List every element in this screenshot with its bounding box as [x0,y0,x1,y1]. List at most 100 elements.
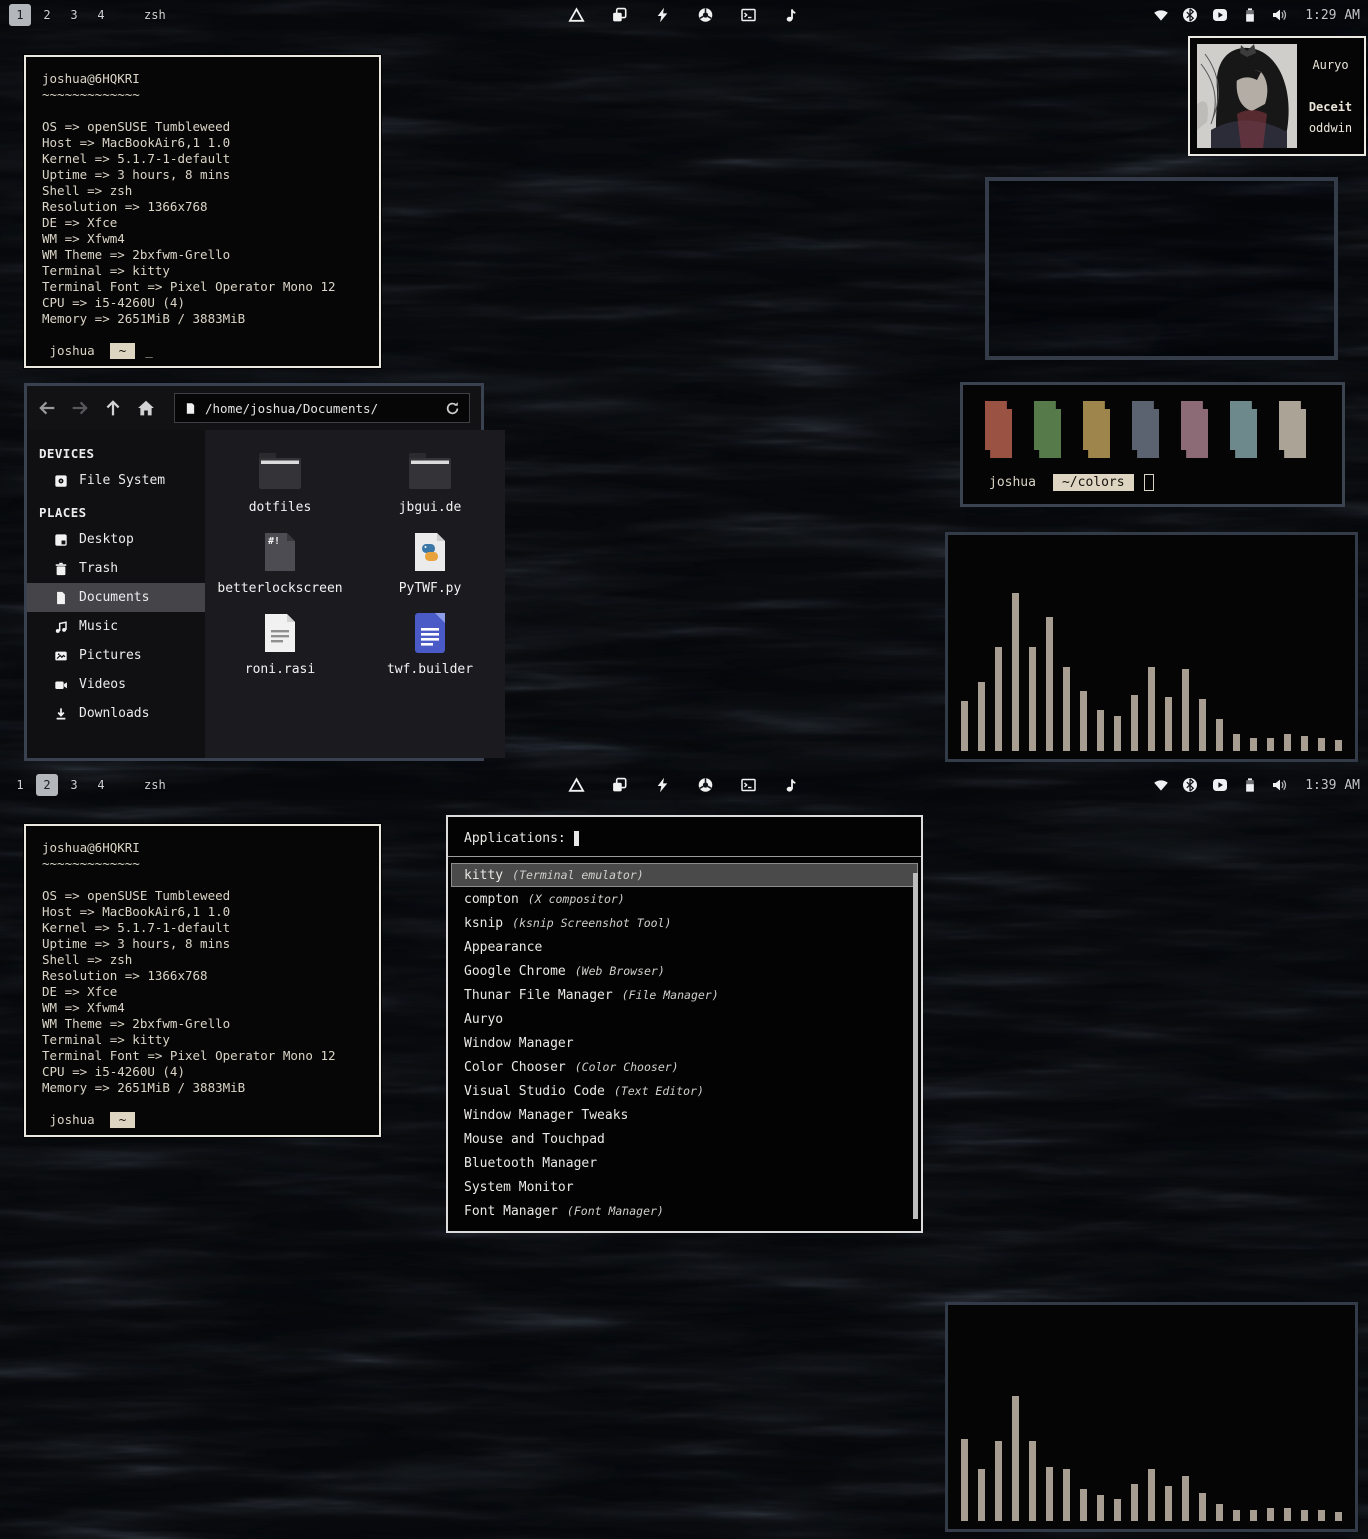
terminal-line: DE => Xfce [42,215,118,230]
forward-icon[interactable] [71,399,89,417]
shell-prompt[interactable]: joshua ~/colors [989,474,1154,491]
music-player-widget[interactable]: Auryo Deceit oddwin [1188,36,1366,156]
workspace-1[interactable]: 1 [9,4,31,26]
visualizer-bar [961,701,968,751]
terminal-line: Terminal => kitty [42,263,170,278]
launcher-item[interactable]: Window Manager [451,1031,918,1055]
launcher-item[interactable]: Bluetooth Manager [451,1151,918,1175]
file-item-pytwf[interactable]: PyTWF.py [355,527,505,596]
refresh-icon[interactable] [445,401,460,416]
file-item-twf-builder[interactable]: twf.builder [355,608,505,677]
media-player-icon[interactable] [1211,7,1229,23]
bolt-icon[interactable] [655,7,671,23]
sidebar-item-videos[interactable]: Videos [27,670,205,699]
sidebar-item-label: Pictures [79,648,142,663]
visualizer-bar [1063,1469,1070,1521]
terminal-user-host: joshua@6HQKRI [42,840,140,855]
builder-doc-icon [413,612,447,654]
visualizer-bar [978,1469,985,1521]
terminal-line: WM => Xfwm4 [42,231,125,246]
volume-icon[interactable] [1271,777,1287,793]
shell-prompt[interactable]: joshua ~ _ [42,343,379,359]
color-swatch [1279,401,1306,458]
terminal-line: OS => openSUSE Tumbleweed [42,888,231,903]
terminal-icon[interactable] [741,777,757,793]
up-icon[interactable] [104,399,122,417]
bluetooth-icon[interactable] [1182,7,1198,23]
sidebar-item-trash[interactable]: Trash [27,554,205,583]
launcher-item[interactable]: kitty (Terminal emulator) [451,863,918,887]
visualizer-bar [1029,647,1036,751]
terminal-line: Memory => 2651MiB / 3883MiB [42,1080,246,1095]
workspace-4[interactable]: 4 [90,4,112,26]
sidebar-item-label: Videos [79,677,126,692]
shell-prompt[interactable]: joshua ~ [42,1112,379,1128]
launcher-item[interactable]: Font Manager (Font Manager) [451,1199,918,1223]
terminal-line: Shell => zsh [42,183,133,198]
launcher-item[interactable]: Mouse and Touchpad [451,1127,918,1151]
launcher-prompt[interactable]: Applications: [448,817,921,856]
launcher-item[interactable]: Color Chooser (Color Chooser) [451,1055,918,1079]
workspace-3[interactable]: 3 [63,4,85,26]
workspace-1[interactable]: 1 [9,774,31,796]
text-cursor [573,831,579,846]
visualizer-bar [1284,1508,1291,1521]
sidebar-item-music[interactable]: Music [27,612,205,641]
file-item-jbgui[interactable]: jbgui.de [355,446,505,515]
workspace-4[interactable]: 4 [90,774,112,796]
clock[interactable]: 1:39 AM [1305,778,1360,793]
launcher-item[interactable]: Window Manager Tweaks [451,1103,918,1127]
launcher-item[interactable]: compton (X compositor) [451,887,918,911]
wifi-icon[interactable] [1153,777,1169,793]
launcher-item[interactable]: Auryo [451,1007,918,1031]
triangle-icon[interactable] [569,777,585,793]
clock[interactable]: 1:29 AM [1305,8,1360,23]
chrome-icon[interactable] [698,7,714,23]
file-item-dotfiles[interactable]: dotfiles [205,446,355,515]
workspace-2[interactable]: 2 [36,774,58,796]
color-swatch [1083,401,1110,458]
sidebar-item-file-system[interactable]: File System [27,466,205,495]
copy-windows-icon[interactable] [612,7,628,23]
sidebar-item-pictures[interactable]: Pictures [27,641,205,670]
visualizer-bar [1046,1467,1053,1521]
volume-icon[interactable] [1271,7,1287,23]
launcher-item[interactable]: ksnip (ksnip Screenshot Tool) [451,911,918,935]
sidebar-item-desktop[interactable]: Desktop [27,525,205,554]
wifi-icon[interactable] [1153,7,1169,23]
music-icon [54,620,68,634]
sidebar-item-documents[interactable]: Documents [27,583,205,612]
file-item-betterlockscreen[interactable]: betterlockscreen [205,527,355,596]
battery-icon[interactable] [1242,777,1258,793]
triangle-icon[interactable] [569,7,585,23]
music-note-icon[interactable] [784,777,800,793]
terminal-window-fetch-2[interactable]: joshua@6HQKRI ~~~~~~~~~~~~~ OS => openSU… [24,824,381,1137]
sidebar-item-downloads[interactable]: Downloads [27,699,205,728]
workspace-3[interactable]: 3 [63,774,85,796]
file-item-roni[interactable]: roni.rasi [205,608,355,677]
bolt-icon[interactable] [655,777,671,793]
music-note-icon[interactable] [784,7,800,23]
battery-icon[interactable] [1242,7,1258,23]
workspace-2[interactable]: 2 [36,4,58,26]
launcher-item[interactable]: System Monitor [451,1175,918,1199]
picture-window[interactable] [985,177,1338,360]
launcher-item[interactable]: Google Chrome (Web Browser) [451,959,918,983]
launcher-item[interactable]: Visual Studio Code (Text Editor) [451,1079,918,1103]
visualizer-bar [1318,738,1325,751]
media-player-icon[interactable] [1211,777,1229,793]
terminal-window-fetch-1[interactable]: joshua@6HQKRI ~~~~~~~~~~~~~ OS => openSU… [24,55,381,368]
copy-windows-icon[interactable] [612,777,628,793]
scrollbar[interactable] [913,873,918,1219]
file-manager-window: /home/joshua/Documents/ DEVICES File Sys… [24,383,505,761]
launcher-item[interactable]: Appearance [451,935,918,959]
colors-terminal-window[interactable]: joshua ~/colors [960,382,1345,507]
launcher-item[interactable]: Thunar File Manager (File Manager) [451,983,918,1007]
audio-visualizer-1 [945,532,1358,762]
home-icon[interactable] [137,399,155,417]
path-bar[interactable]: /home/joshua/Documents/ [174,393,470,423]
back-icon[interactable] [38,399,56,417]
bluetooth-icon[interactable] [1182,777,1198,793]
chrome-icon[interactable] [698,777,714,793]
terminal-icon[interactable] [741,7,757,23]
